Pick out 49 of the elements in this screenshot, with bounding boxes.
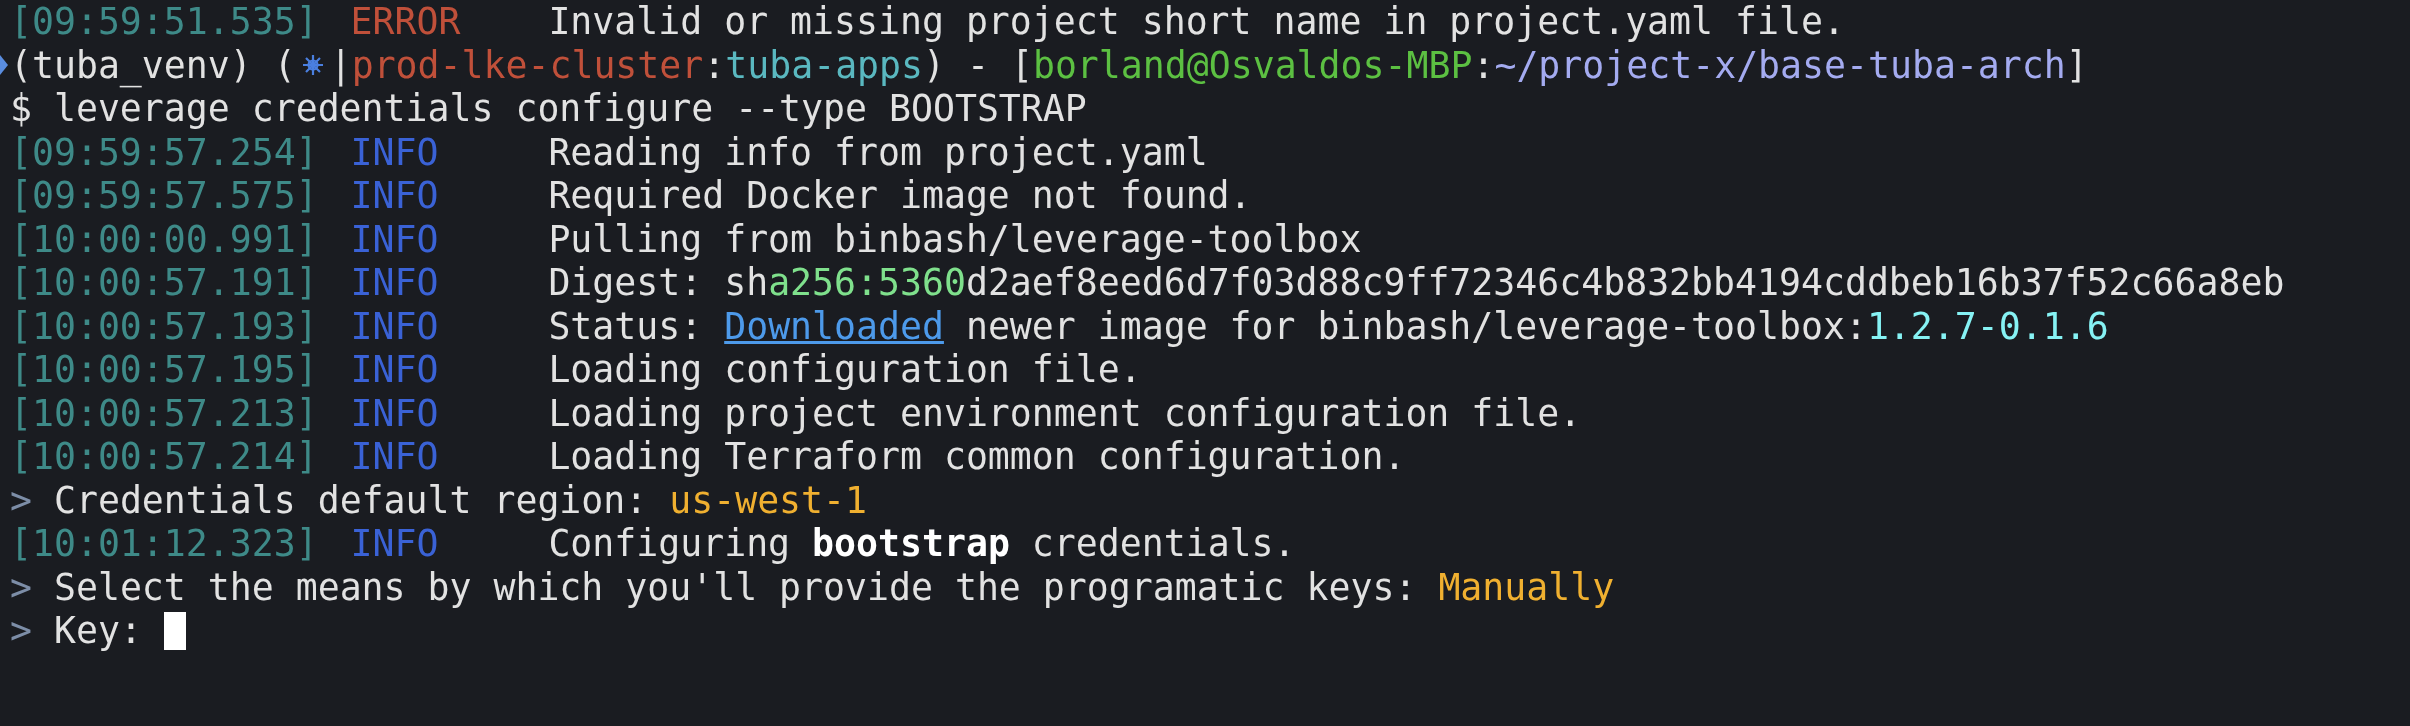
log-level: INFO: [350, 261, 440, 305]
helm-wheel-icon: [301, 54, 324, 77]
prompt-text: ]: [2065, 43, 2088, 87]
prompt-text: (tuba_venv) (: [10, 43, 296, 87]
log-message: Invalid or missing project short name in project.yaml file.: [548, 0, 1845, 44]
log-timestamp: [10:00:57.193]: [10, 304, 319, 348]
log-timestamp: [10:00:57.195]: [10, 348, 319, 392]
prompt-text: |: [329, 43, 352, 87]
prompt-marker: >: [10, 565, 32, 609]
prompt-marker: >: [10, 478, 32, 522]
question-text: Select the means by which you'll provide the programatic keys: Manually: [53, 565, 1615, 609]
log-timestamp: [10:00:00.991]: [10, 217, 319, 261]
prompt-text: ~/project-x/base-tuba-arch: [1494, 43, 2066, 87]
log-message: Configuring bootstrap credentials.: [548, 522, 1296, 566]
log-level: INFO: [350, 174, 440, 218]
command-text: $ leverage credentials configure --type BOOTSTRAP: [10, 87, 1087, 131]
log-timestamp: [09:59:57.575]: [10, 174, 319, 218]
log-timestamp: [09:59:57.254]: [10, 130, 319, 174]
log-message: Loading Terraform common configuration.: [548, 435, 1406, 479]
log-level: INFO: [350, 435, 440, 479]
question-text: Credentials default region: us-west-1: [53, 478, 868, 522]
log-timestamp: [10:00:57.191]: [10, 261, 319, 305]
log-message: Digest: sha256:5360d2aef8eed6d7f03d88c9ff72346c4b832bb4194cddbeb16b37f52c66a8eb: [548, 261, 2285, 305]
log-message: Loading configuration file.: [548, 348, 1142, 392]
log-timestamp: [10:00:57.213]: [10, 391, 319, 435]
log-message: Status: Downloaded newer image for binbash/leverage-toolbox:1.2.7-0.1.6: [548, 304, 2109, 348]
question-text: Key:: [53, 609, 143, 653]
prompt-text: borland@Osvaldos-MBP: [1032, 43, 1473, 87]
prompt-marker-icon: [0, 55, 8, 76]
log-message: Pulling from binbash/leverage-toolbox: [548, 217, 1362, 261]
prompt-text: ) - [: [923, 43, 1033, 87]
log-level: ERROR: [350, 0, 462, 44]
log-timestamp: [09:59:51.535]: [10, 0, 319, 44]
prompt-text: :: [703, 43, 726, 87]
prompt-marker: >: [10, 609, 32, 653]
prompt-text: tuba-apps: [725, 43, 924, 87]
prompt-text: prod-lke-cluster: [351, 43, 704, 87]
log-level: INFO: [350, 348, 440, 392]
log-message: Required Docker image not found.: [548, 174, 1252, 218]
log-message: Loading project environment configuration file.: [548, 391, 1582, 435]
log-level: INFO: [350, 304, 440, 348]
log-level: INFO: [350, 130, 440, 174]
prompt-text: :: [1472, 43, 1495, 87]
log-message: Reading info from project.yaml: [548, 130, 1208, 174]
log-timestamp: [10:00:57.214]: [10, 435, 319, 479]
log-timestamp: [10:01:12.323]: [10, 522, 319, 566]
log-level: INFO: [350, 522, 440, 566]
log-level: INFO: [350, 217, 440, 261]
log-level: INFO: [350, 391, 440, 435]
